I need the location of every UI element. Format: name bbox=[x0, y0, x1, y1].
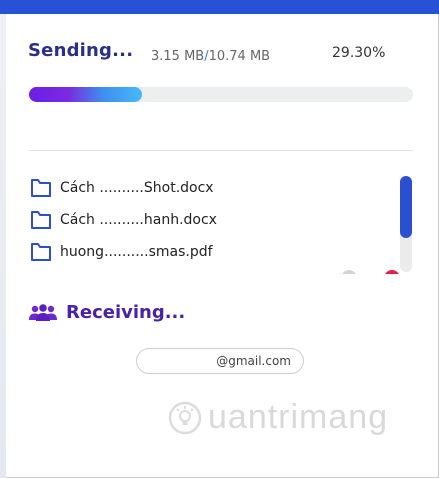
file-name: huong..........smas.pdf bbox=[60, 244, 213, 260]
lightbulb-logo-icon bbox=[168, 401, 202, 434]
receiving-title: Receiving... bbox=[66, 302, 186, 323]
total-size: 10.74 MB bbox=[208, 49, 271, 64]
file-item[interactable]: huong..........smas.pdf bbox=[30, 242, 213, 262]
scrollbar-thumb[interactable] bbox=[400, 176, 412, 238]
progress-percent: 29.30% bbox=[332, 45, 386, 61]
watermark: uantrimang bbox=[168, 398, 388, 437]
folder-icon bbox=[31, 243, 51, 261]
file-item[interactable]: Cách ..........hanh.docx bbox=[30, 210, 217, 230]
progress-fill bbox=[29, 87, 142, 102]
folder-icon bbox=[31, 179, 51, 197]
divider bbox=[29, 150, 413, 151]
transferred-size: 3.15 MB bbox=[151, 49, 205, 64]
transfer-size: 3.15 MB/10.74 MB bbox=[151, 49, 270, 64]
top-bar bbox=[0, 0, 439, 14]
file-item[interactable]: Cách ..........Shot.docx bbox=[30, 178, 214, 198]
email-field[interactable]: @gmail.com bbox=[136, 348, 304, 374]
file-name: Cách ..........hanh.docx bbox=[60, 212, 217, 228]
progress-bar bbox=[29, 87, 413, 102]
users-icon bbox=[29, 303, 57, 321]
window-edge bbox=[0, 0, 6, 478]
file-name: Cách ..........Shot.docx bbox=[60, 180, 214, 196]
watermark-text: uantrimang bbox=[208, 398, 389, 436]
receiving-header: Receiving... bbox=[28, 302, 185, 323]
list-clip bbox=[8, 274, 433, 288]
folder-icon bbox=[31, 211, 51, 229]
email-text: @gmail.com bbox=[216, 354, 291, 368]
sending-title: Sending... bbox=[28, 40, 134, 61]
